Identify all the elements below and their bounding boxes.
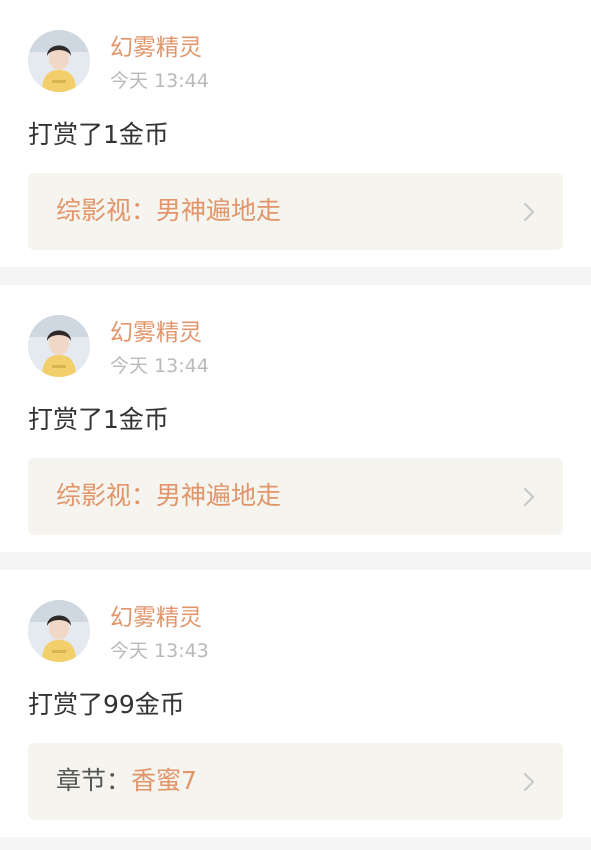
avatar[interactable]	[28, 30, 90, 92]
book-link-text: 综影视：男神遍地走	[56, 195, 281, 227]
chapter-link[interactable]: 章节：香蜜7	[28, 743, 563, 820]
chevron-right-icon	[523, 487, 535, 507]
username[interactable]: 幻雾精灵	[110, 604, 202, 632]
username[interactable]: 幻雾精灵	[110, 34, 202, 62]
reward-action-text: 打赏了99金币	[28, 690, 185, 719]
reward-action-text: 打赏了1金币	[28, 405, 169, 434]
reward-card: 幻雾精灵 今天 13:44 打赏了1金币 综影视：男神遍地走	[0, 0, 591, 267]
timestamp: 今天 13:43	[110, 640, 209, 662]
reward-card: 幻雾精灵 今天 13:44 打赏了1金币 综影视：男神遍地走	[0, 285, 591, 552]
book-link[interactable]: 综影视：男神遍地走	[28, 173, 563, 250]
username[interactable]: 幻雾精灵	[110, 319, 202, 347]
chapter-link-title: 香蜜7	[131, 766, 197, 795]
reward-card: 幻雾精灵 今天 13:43 打赏了99金币 章节：香蜜7	[0, 570, 591, 837]
reward-action-text: 打赏了1金币	[28, 120, 169, 149]
timestamp: 今天 13:44	[110, 70, 209, 92]
reward-feed: 幻雾精灵 今天 13:44 打赏了1金币 综影视：男神遍地走 幻雾精灵 今天 1…	[0, 0, 591, 850]
book-link-title: 男神遍地走	[156, 481, 282, 510]
book-link-prefix: 综影视：	[56, 481, 157, 510]
book-link-text: 综影视：男神遍地走	[56, 480, 281, 512]
book-link[interactable]: 综影视：男神遍地走	[28, 458, 563, 535]
chevron-right-icon	[523, 772, 535, 792]
avatar[interactable]	[28, 315, 90, 377]
chevron-right-icon	[523, 202, 535, 222]
avatar[interactable]	[28, 600, 90, 662]
chapter-link-prefix: 章节：	[56, 766, 132, 795]
timestamp: 今天 13:44	[110, 355, 209, 377]
chapter-link-text: 章节：香蜜7	[56, 765, 197, 797]
book-link-prefix: 综影视：	[56, 196, 157, 225]
book-link-title: 男神遍地走	[156, 196, 282, 225]
